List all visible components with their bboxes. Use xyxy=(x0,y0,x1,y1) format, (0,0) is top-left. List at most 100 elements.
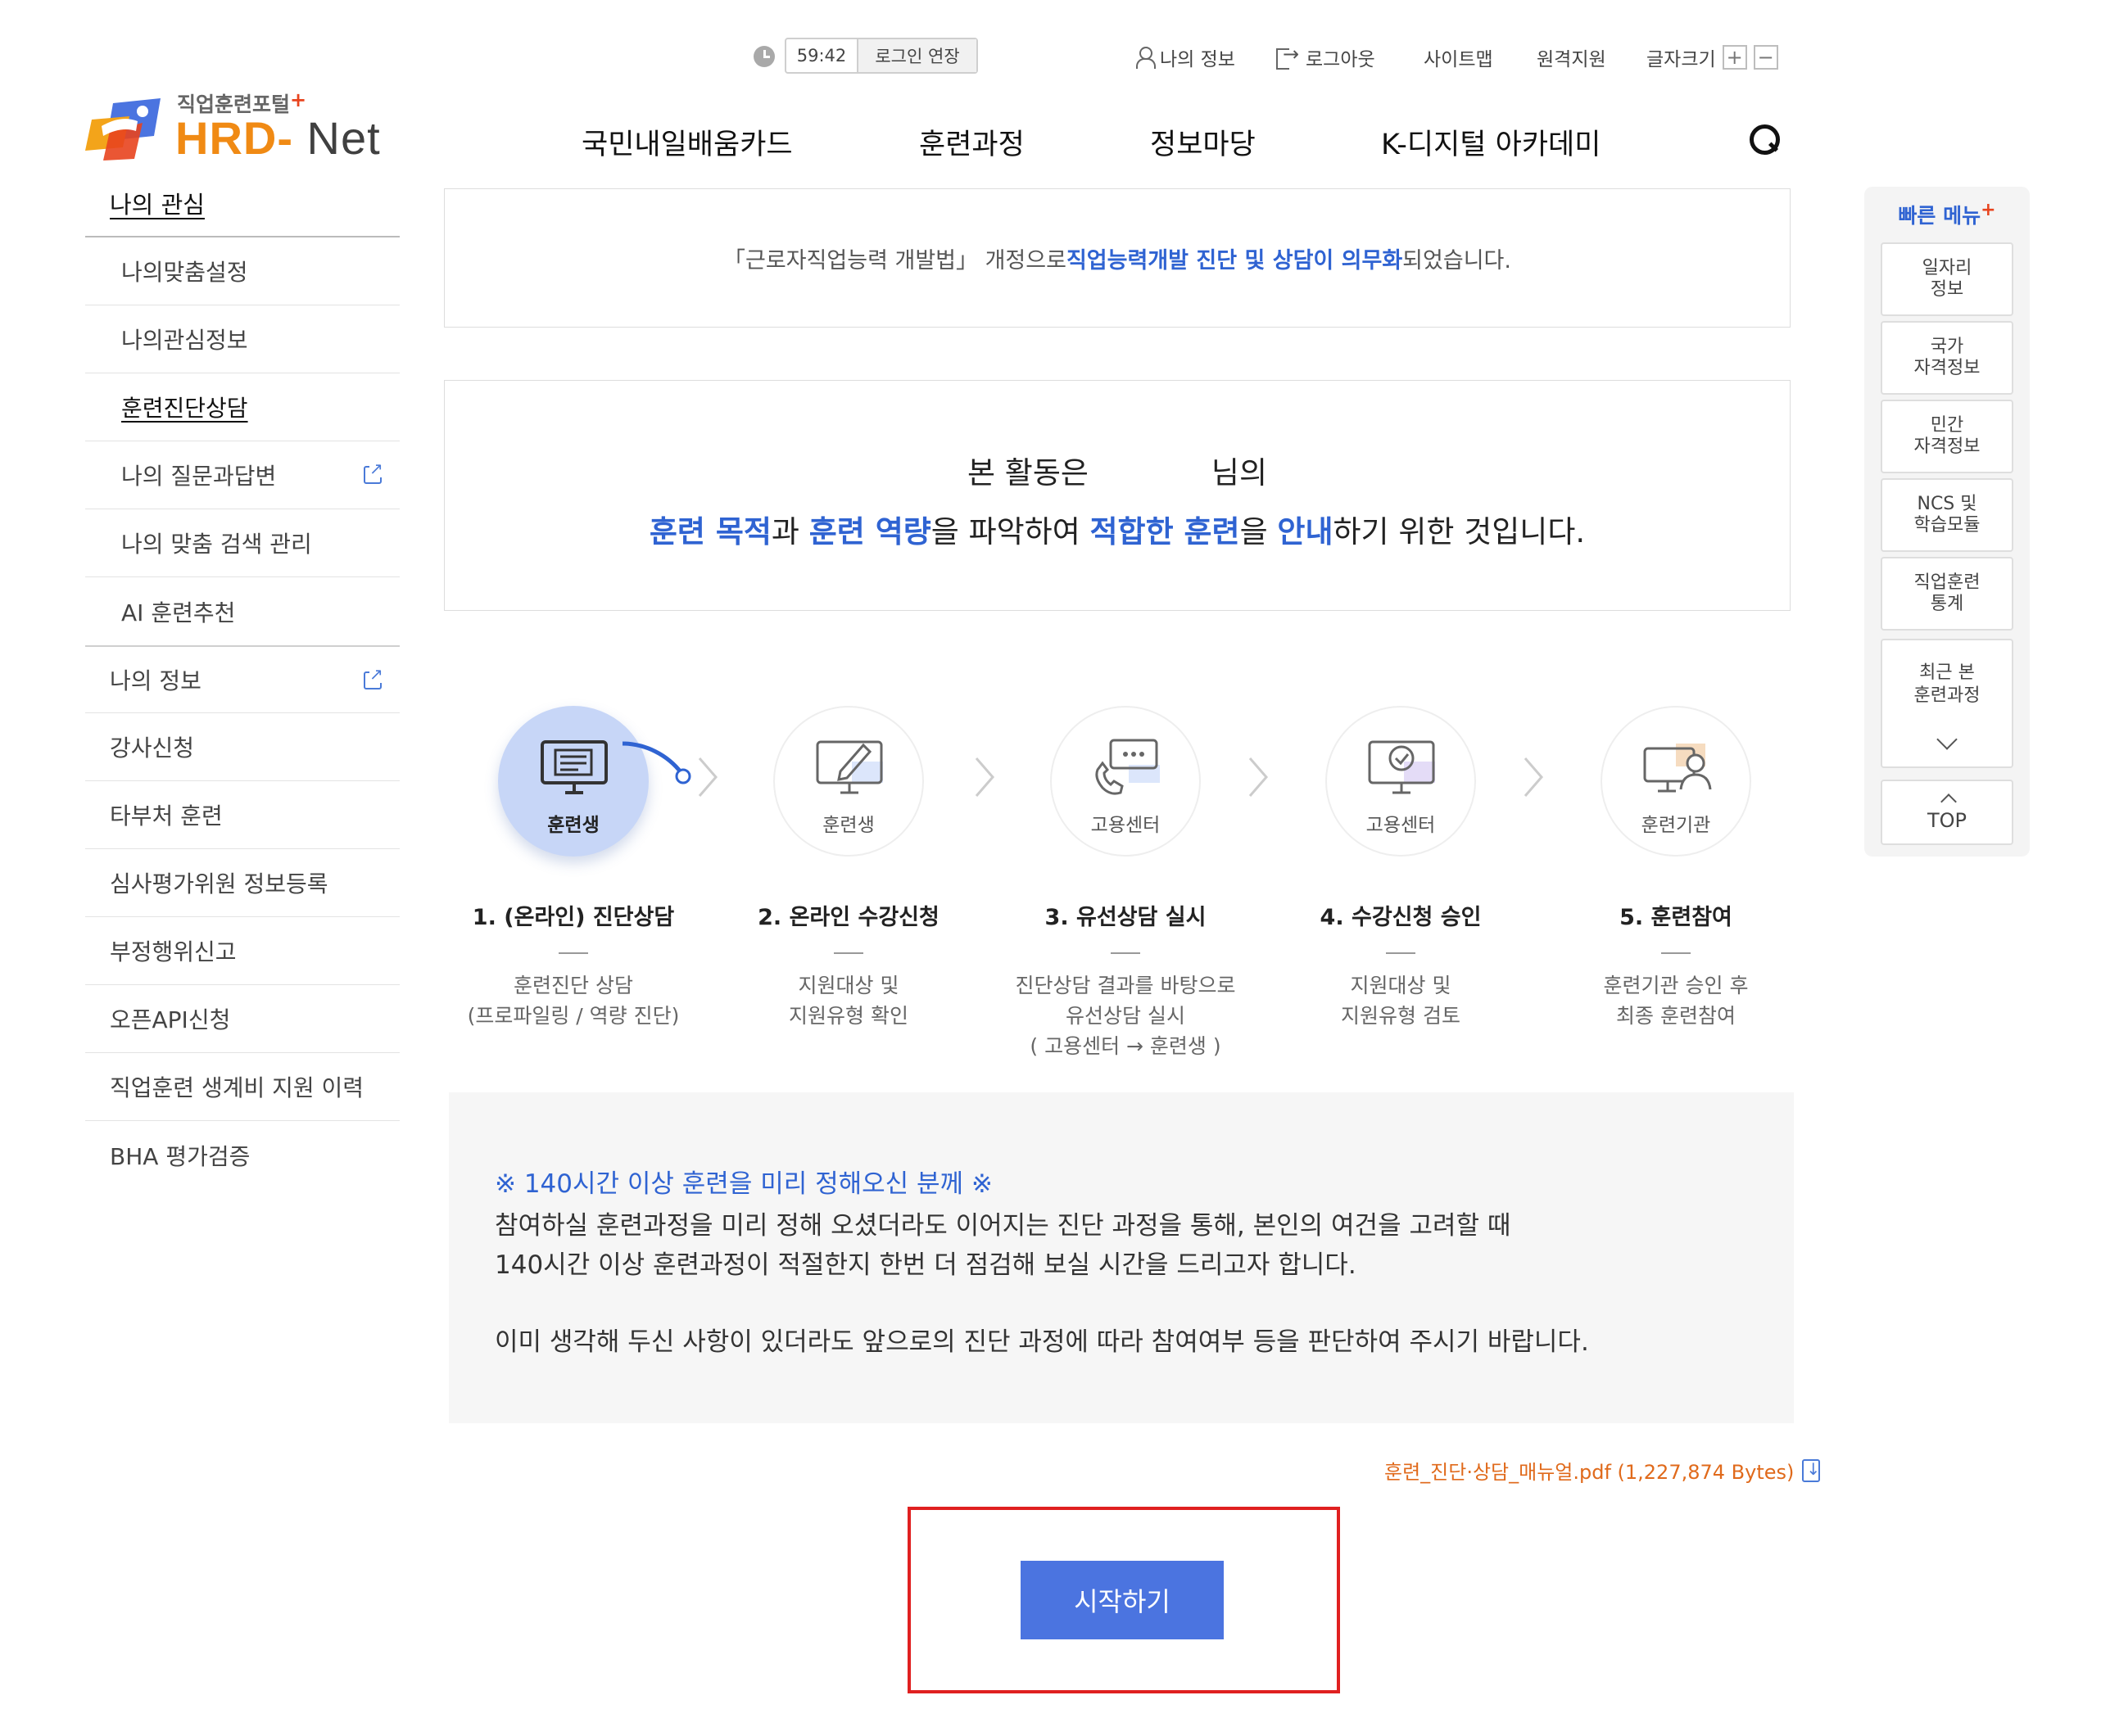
step-3-desc-3: ( 고용센터 → 훈련생 ) xyxy=(1030,1034,1221,1058)
logout-icon xyxy=(1276,43,1299,70)
monitor-person-icon xyxy=(1643,744,1712,793)
step-5-desc-1: 훈련기관 승인 후 xyxy=(1603,974,1749,997)
process-step-2: 훈련생 2. 온라인 수강신청 지원대상 및 지원유형 확인 xyxy=(701,706,996,1031)
step-1-circle: 훈련생 xyxy=(498,706,691,857)
sidebar-item-evaluator-register[interactable]: 심사평가위원 정보등록 xyxy=(85,849,400,917)
legal-notice: 「근로자직업능력 개발법」 개정으로 직업능력개발 진단 및 상담이 의무화 되… xyxy=(444,188,1791,328)
step-4-desc-1: 지원대상 및 xyxy=(1350,974,1451,997)
font-decrease-button[interactable]: − xyxy=(1753,45,1778,70)
top-label: TOP xyxy=(1927,809,1967,832)
intro-line-1: 본 활동은 님의 xyxy=(967,455,1267,491)
sidebar-item-interest-info[interactable]: 나의관심정보 xyxy=(85,305,400,373)
chevron-down-icon xyxy=(1936,729,1958,750)
process-step-3: 고용센터 3. 유선상담 실시 진단상담 결과를 바탕으로 유선상담 실시 ( … xyxy=(978,706,1273,1061)
monitor-doc-icon xyxy=(541,740,608,794)
step-4-circle: 고용센터 xyxy=(1325,706,1476,857)
session-timer: 59:42 로그인 연장 xyxy=(785,38,978,74)
step-1-title: 1. (온라인) 진단상담 xyxy=(472,905,675,930)
step-2-title: 2. 온라인 수강신청 xyxy=(758,905,940,930)
logout-label: 로그아웃 xyxy=(1306,49,1375,70)
start-button[interactable]: 시작하기 xyxy=(1021,1561,1224,1639)
step-3-desc-1: 진단상담 결과를 바탕으로 xyxy=(1015,974,1236,997)
step-4-title: 4. 수강신청 승인 xyxy=(1320,905,1482,930)
gnb-national-card[interactable]: 국민내일배움카드 xyxy=(582,121,793,163)
sidebar-item-custom-settings[interactable]: 나의맞춤설정 xyxy=(85,237,400,305)
clock-icon xyxy=(754,46,775,67)
step-2-actor: 훈련생 xyxy=(822,815,875,836)
sitemap-link[interactable]: 사이트맵 xyxy=(1424,43,1493,72)
sidebar-item-ai-recommend[interactable]: AI 훈련추천 xyxy=(85,577,400,645)
step-1-actor: 훈련생 xyxy=(547,815,600,836)
sidebar-item-living-allowance[interactable]: 직업훈련 생계비 지원 이력 xyxy=(85,1053,400,1121)
step-3-circle: 고용센터 xyxy=(1050,706,1201,857)
info-line-2: 140시간 이상 훈련과정이 적절한지 한번 더 점검해 보실 시간을 드리고자… xyxy=(495,1250,1356,1280)
gnb-info-board[interactable]: 정보마당 xyxy=(1150,121,1256,163)
my-info-link[interactable]: 나의 정보 xyxy=(1135,43,1235,72)
sidebar-section-my-interest[interactable]: 나의 관심 xyxy=(85,170,400,237)
sidebar-item-my-info[interactable]: 나의 정보 xyxy=(85,645,400,713)
monitor-check-icon xyxy=(1368,740,1435,794)
legal-notice-highlight: 직업능력개발 진단 및 상담이 의무화 xyxy=(1066,247,1403,274)
step-5-actor: 훈련기관 xyxy=(1641,815,1711,836)
gnb-k-digital[interactable]: K-디지털 아카데미 xyxy=(1381,121,1601,163)
search-icon[interactable] xyxy=(1750,124,1780,155)
process-step-4: 고용센터 4. 수강신청 승인 지원대상 및 지원유형 검토 xyxy=(1253,706,1548,1031)
sidebar-item-my-qna[interactable]: 나의 질문과답변 xyxy=(85,441,400,509)
info-title: ※ 140시간 이상 훈련을 미리 정해오신 분께 ※ xyxy=(495,1169,993,1199)
sidebar-item-fraud-report[interactable]: 부정행위신고 xyxy=(85,917,400,985)
font-increase-button[interactable]: + xyxy=(1722,45,1747,70)
quick-item-recent-courses[interactable]: 최근 본 훈련과정 xyxy=(1881,639,2013,768)
session-timer-value: 59:42 xyxy=(786,39,858,72)
quick-menu: 빠른 메뉴+ 일자리 정보 국가 자격정보 민간 자격정보 NCS 및 학습모듈… xyxy=(1864,187,2030,857)
sidebar: 나의 관심 나의맞춤설정 나의관심정보 훈련진단상담 나의 질문과답변 나의 맞… xyxy=(85,170,400,1189)
step-5-title: 5. 훈련참여 xyxy=(1619,905,1732,930)
chevron-up-icon xyxy=(1940,793,1957,810)
login-extend-button[interactable]: 로그인 연장 xyxy=(858,39,976,72)
quick-menu-title: 빠른 메뉴+ xyxy=(1898,200,1996,228)
step-3-title: 3. 유선상담 실시 xyxy=(1044,905,1207,930)
quick-item-national-cert[interactable]: 국가 자격정보 xyxy=(1881,321,2013,395)
info-notice-box: ※ 140시간 이상 훈련을 미리 정해오신 분께 ※ 참여하실 훈련과정을 미… xyxy=(449,1092,1794,1423)
step-4-actor: 고용센터 xyxy=(1365,815,1436,836)
sidebar-item-search-management[interactable]: 나의 맞춤 검색 관리 xyxy=(85,509,400,577)
external-link-icon xyxy=(364,459,383,484)
step-3-desc-2: 유선상담 실시 xyxy=(1066,1004,1185,1028)
phone-chat-icon xyxy=(1095,739,1160,795)
step-1-desc-1: 훈련진단 상담 xyxy=(514,974,633,997)
step-2-desc-1: 지원대상 및 xyxy=(798,974,899,997)
external-link-icon xyxy=(364,665,383,689)
font-size-control: 글자크기 + − xyxy=(1646,43,1778,72)
step-1-desc-2: (프로파일링 / 역량 진단) xyxy=(467,1004,680,1028)
quick-item-statistics[interactable]: 직업훈련 통계 xyxy=(1881,557,2013,631)
quick-item-ncs[interactable]: NCS 및 학습모듈 xyxy=(1881,478,2013,552)
my-info-label: 나의 정보 xyxy=(1160,49,1235,70)
manual-download-link[interactable]: 훈련_진단·상담_매뉴얼.pdf (1,227,874 Bytes) xyxy=(1384,1456,1821,1485)
step-3-actor: 고용센터 xyxy=(1090,815,1161,836)
download-icon xyxy=(1802,1458,1821,1482)
sidebar-item-other-ministry[interactable]: 타부처 훈련 xyxy=(85,781,400,849)
monitor-pen-icon xyxy=(816,740,883,794)
hrd-net-logo[interactable]: 직업훈련포털+ HRD- Net xyxy=(85,87,380,164)
intro-panel: 본 활동은 님의 훈련 목적과 훈련 역량을 파악하여 적합한 훈련을 안내하기 … xyxy=(444,380,1791,611)
process-step-5: 훈련기관 5. 훈련참여 훈련기관 승인 후 최종 훈련참여 xyxy=(1528,706,1823,1031)
logo-wordmark: HRD- Net xyxy=(175,112,381,164)
step-2-circle: 훈련생 xyxy=(773,706,924,857)
sidebar-item-training-diagnosis[interactable]: 훈련진단상담 xyxy=(85,373,400,441)
sidebar-item-open-api[interactable]: 오픈API신청 xyxy=(85,985,400,1053)
quick-item-private-cert[interactable]: 민간 자격정보 xyxy=(1881,400,2013,473)
scroll-top-button[interactable]: TOP xyxy=(1881,780,2013,845)
remote-support-link[interactable]: 원격지원 xyxy=(1537,43,1606,72)
sidebar-item-instructor-apply[interactable]: 강사신청 xyxy=(85,713,400,781)
recent-courses-label: 최근 본 훈련과정 xyxy=(1913,662,1981,706)
step-2-desc-2: 지원유형 확인 xyxy=(789,1004,908,1028)
logo-mark-icon xyxy=(85,98,161,160)
intro-line-2: 훈련 목적과 훈련 역량을 파악하여 적합한 훈련을 안내하기 위한 것입니다. xyxy=(649,514,1586,549)
quick-item-jobs[interactable]: 일자리 정보 xyxy=(1881,242,2013,316)
process-step-1: 훈련생 1. (온라인) 진단상담 훈련진단 상담 (프로파일링 / 역량 진단… xyxy=(426,706,721,1031)
step-4-desc-2: 지원유형 검토 xyxy=(1341,1004,1460,1028)
sidebar-item-bha[interactable]: BHA 평가검증 xyxy=(85,1121,400,1189)
step-5-desc-2: 최종 훈련참여 xyxy=(1616,1004,1736,1028)
logout-link[interactable]: 로그아웃 xyxy=(1276,43,1375,72)
gnb-training-courses[interactable]: 훈련과정 xyxy=(919,121,1025,163)
step-5-circle: 훈련기관 xyxy=(1601,706,1751,857)
